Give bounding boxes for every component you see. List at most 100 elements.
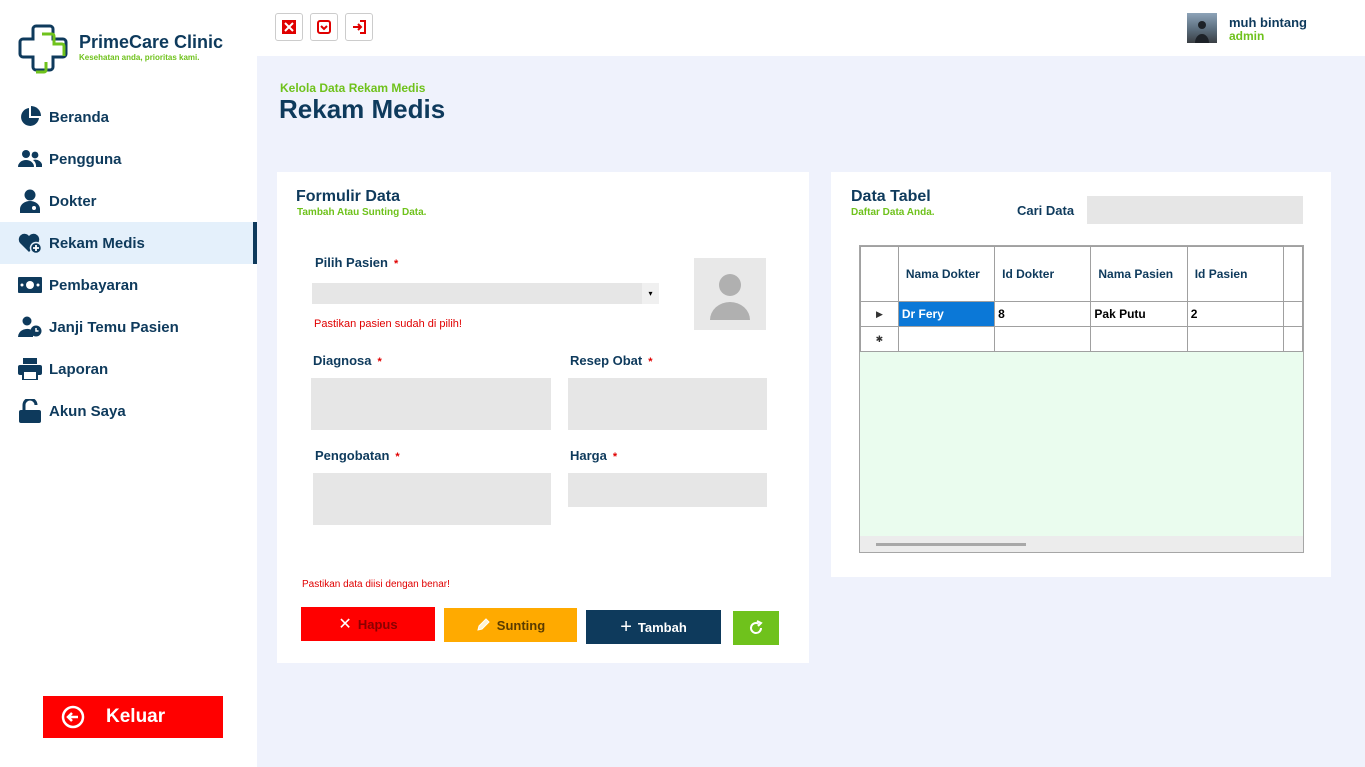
pie-chart-icon [18,105,42,129]
printer-icon [18,357,42,381]
row-pointer-icon: ▶ [860,301,899,327]
sidebar-item-rekam-medis[interactable]: Rekam Medis [0,222,257,264]
sidebar: PrimeCare Clinic Kesehatan anda, priorit… [0,0,257,767]
row-header-corner [860,246,899,302]
refresh-button[interactable] [733,611,779,645]
table-cell [1283,326,1303,352]
prescription-field[interactable] [568,378,767,430]
table-cell [1283,301,1303,327]
sidebar-item-laporan[interactable]: Laporan [0,348,257,390]
search-input[interactable] [1087,196,1303,224]
diagnosis-field[interactable] [311,378,551,430]
sidebar-item-pengguna[interactable]: Pengguna [0,138,257,180]
pencil-icon [477,618,490,631]
user-role: admin [1229,29,1265,43]
column-header[interactable]: Nama Dokter [897,246,996,302]
price-field[interactable] [568,473,767,507]
sidebar-item-label: Beranda [49,108,110,126]
treatment-field[interactable] [313,473,551,525]
page-title: Rekam Medis [279,94,446,124]
sidebar-item-label: Pengguna [49,150,122,168]
sidebar-item-label: Laporan [49,360,109,378]
logout-button[interactable]: Keluar [43,696,223,738]
search-label: Cari Data [1017,203,1075,218]
edit-button[interactable]: Sunting [444,608,577,642]
table-row[interactable]: ▶ Dr Fery 8 Pak Putu 2 [860,301,1303,327]
column-header[interactable]: Id Pasien [1186,246,1285,302]
scrollbar-thumb[interactable] [876,543,1026,546]
table-cell[interactable] [897,326,996,352]
sidebar-item-label: Akun Saya [49,402,126,420]
brand-tagline: Kesehatan anda, prioritas kami. [79,53,200,62]
sidebar-item-label: Dokter [49,192,97,210]
table-card: Data Tabel Daftar Data Anda. Cari Data N… [831,172,1331,577]
minimize-button[interactable] [310,13,338,41]
page-subtitle: Kelola Data Rekam Medis [280,81,426,95]
records-table: Nama Dokter Id Dokter Nama Pasien Id Pas… [860,246,1303,352]
column-header[interactable]: Id Dokter [994,246,1092,302]
user-silhouette-icon [710,274,750,320]
table-title: Data Tabel [851,188,931,205]
heart-plus-icon [18,231,42,255]
table-cell[interactable]: Pak Putu [1090,301,1188,327]
arrow-left-circle-icon [61,705,85,729]
chevron-down-icon[interactable]: ▾ [642,283,659,304]
column-header[interactable]: Nama Pasien [1090,246,1188,302]
table-header-row: Nama Dokter Id Dokter Nama Pasien Id Pas… [860,246,1303,302]
money-icon [18,273,42,297]
plus-icon: + [620,615,632,638]
diagnosis-label: Diagnosa * [313,353,382,368]
table-new-row[interactable]: ✱ [860,326,1303,352]
sidebar-item-akun-saya[interactable]: Akun Saya [0,390,257,432]
table-cell[interactable] [1090,326,1188,352]
users-icon [18,147,42,171]
sidebar-item-label: Rekam Medis [49,234,145,252]
medical-cross-logo-icon [18,24,68,74]
horizontal-scrollbar[interactable] [860,536,1303,552]
refresh-icon [750,620,763,634]
sidebar-item-dokter[interactable]: Dokter [0,180,257,222]
patient-photo [694,258,766,330]
price-label: Harga * [570,448,618,463]
brand-logo: PrimeCare Clinic Kesehatan anda, priorit… [18,22,238,76]
form-subtitle: Tambah Atau Sunting Data. [297,207,427,218]
prescription-label: Resep Obat * [570,353,653,368]
avatar [1187,13,1217,43]
sidebar-item-pembayaran[interactable]: Pembayaran [0,264,257,306]
user-clock-icon [18,315,42,339]
user-name: muh bintang [1229,15,1307,30]
sidebar-nav: Beranda Pengguna Dokter Rekam Medis Pemb… [0,96,257,432]
data-grid[interactable]: Nama Dokter Id Dokter Nama Pasien Id Pas… [859,245,1304,553]
unlock-icon [18,399,42,423]
doctor-icon [18,189,42,213]
logout-label: Keluar [106,706,166,727]
form-error: Pastikan data diisi dengan benar! [302,579,450,590]
treatment-label: Pengobatan * [315,448,400,463]
top-bar: muh bintang admin [257,0,1365,56]
table-cell[interactable] [1186,326,1285,352]
form-card: Formulir Data Tambah Atau Sunting Data. … [277,172,809,663]
exit-icon [353,20,366,34]
add-button[interactable]: + Tambah [586,610,721,644]
exit-button[interactable] [345,13,373,41]
table-cell[interactable]: 2 [1186,301,1285,327]
minimize-icon [317,20,331,34]
sidebar-item-label: Janji Temu Pasien [49,318,179,336]
delete-button[interactable]: ✕ Hapus [301,607,435,641]
column-header-extra [1283,246,1303,302]
table-cell[interactable] [994,326,1092,352]
patient-error: Pastikan pasien sudah di pilih! [314,318,462,330]
patient-select[interactable]: ▾ [312,283,659,304]
sidebar-item-janji-temu[interactable]: Janji Temu Pasien [0,306,257,348]
new-row-asterisk-icon: ✱ [860,326,899,352]
maximize-button[interactable] [275,13,303,41]
table-cell[interactable]: 8 [994,301,1092,327]
edit-label: Sunting [496,617,546,633]
add-label: Tambah [637,619,687,635]
sidebar-item-label: Pembayaran [49,276,139,294]
patient-label: Pilih Pasien * [315,255,399,270]
table-cell[interactable]: Dr Fery [897,301,996,327]
table-subtitle: Daftar Data Anda. [851,207,935,218]
brand-name: PrimeCare Clinic [79,32,224,52]
sidebar-item-beranda[interactable]: Beranda [0,96,257,138]
